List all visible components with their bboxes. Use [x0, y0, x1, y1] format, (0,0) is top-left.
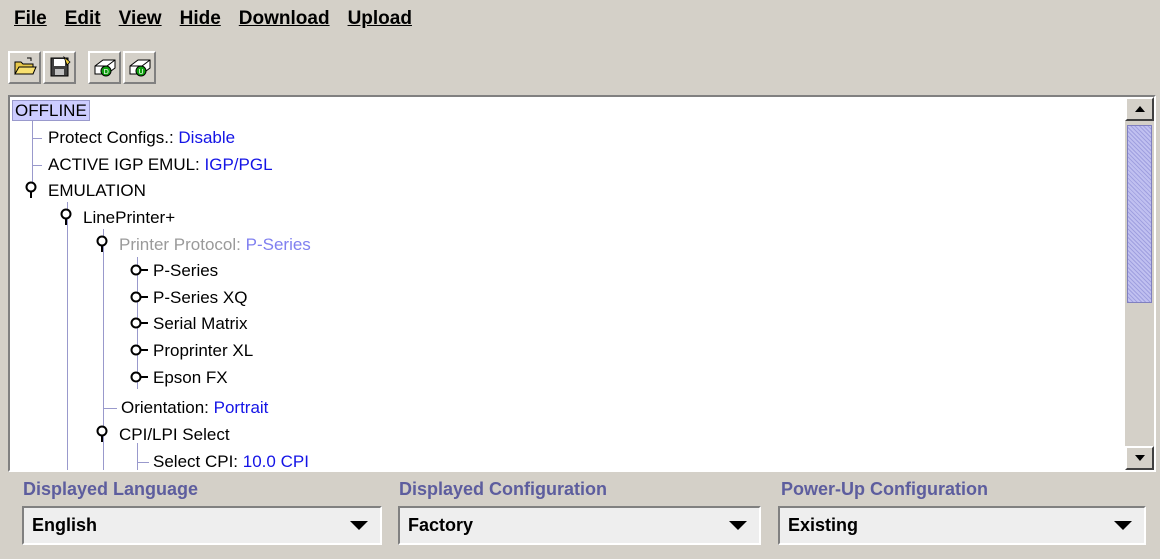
tree-root[interactable]: OFFLINE	[12, 98, 90, 124]
config-tree: OFFLINE Protect Configs.: Disable ACTIVE…	[10, 97, 1125, 470]
protocol-option-label: Serial Matrix	[153, 314, 248, 333]
menu-hide[interactable]: Hide	[180, 8, 221, 30]
tree-item-protocol-option[interactable]: P-Series XQ	[130, 285, 247, 311]
menu-view-label: View	[118, 8, 162, 29]
active-igp-emul-value: IGP/PGL	[204, 155, 273, 174]
protect-configs-label: Protect Configs.:	[48, 128, 179, 147]
tree-line	[103, 408, 117, 409]
save-button[interactable]	[43, 50, 76, 84]
orientation-label: Orientation:	[121, 398, 214, 417]
menu-bar: File Edit View Hide Download Upload	[0, 0, 1160, 38]
power-up-configuration-value: Existing	[788, 515, 859, 535]
menu-hide-label: Hide	[179, 8, 221, 29]
scroll-up-button[interactable]	[1125, 97, 1154, 121]
orientation-value: Portrait	[213, 398, 269, 417]
protocol-option-label: P-Series	[153, 261, 219, 280]
lineprinter-label: LinePrinter+	[83, 208, 176, 227]
vertical-scrollbar[interactable]	[1125, 97, 1154, 470]
emulation-label: EMULATION	[48, 181, 146, 200]
toolbar: D U	[8, 45, 158, 89]
collapsed-node-icon	[130, 371, 148, 383]
select-cpi-value: 10.0 CPI	[242, 452, 309, 471]
printer-protocol-label: Printer Protocol:	[119, 235, 246, 254]
tree-item-protocol-option[interactable]: Epson FX	[130, 365, 228, 391]
displayed-configuration-value: Factory	[408, 515, 474, 535]
open-folder-icon	[13, 57, 37, 75]
open-button[interactable]	[8, 50, 41, 84]
tree-item-lineprinter[interactable]: LinePrinter+	[59, 205, 175, 231]
save-disk-icon	[50, 56, 71, 77]
tree-item-cpi-lpi-select[interactable]: CPI/LPI Select	[95, 422, 230, 448]
menu-file[interactable]: File	[14, 8, 47, 30]
arrow-down-icon	[1134, 455, 1145, 461]
scroll-down-button[interactable]	[1125, 446, 1154, 470]
tree-item-orientation[interactable]: Orientation: Portrait	[121, 395, 268, 421]
displayed-configuration-label: Displayed Configuration	[399, 479, 608, 499]
config-tree-panel[interactable]: OFFLINE Protect Configs.: Disable ACTIVE…	[8, 95, 1156, 472]
menu-edit[interactable]: Edit	[65, 8, 101, 30]
collapsed-node-icon	[130, 264, 148, 276]
chevron-down-icon	[1114, 521, 1132, 530]
scrollbar-thumb[interactable]	[1127, 125, 1152, 303]
collapsed-node-icon	[130, 317, 148, 329]
menu-download-label: Download	[238, 8, 330, 29]
tree-item-emulation[interactable]: EMULATION	[24, 178, 146, 204]
protocol-option-label: P-Series XQ	[153, 288, 248, 307]
svg-text:U: U	[138, 68, 143, 76]
tree-item-protect-configs[interactable]: Protect Configs.: Disable	[48, 125, 235, 151]
chevron-down-icon	[729, 521, 747, 530]
collapsed-node-icon	[130, 291, 148, 303]
printer-protocol-value: P-Series	[245, 235, 311, 254]
tree-line	[67, 202, 68, 470]
protect-configs-value: Disable	[178, 128, 236, 147]
tree-line	[137, 462, 149, 463]
tree-item-printer-protocol[interactable]: Printer Protocol: P-Series	[95, 232, 311, 258]
tree-root-label: OFFLINE	[12, 100, 90, 121]
menu-edit-label: Edit	[64, 8, 101, 29]
expanded-node-icon	[25, 181, 37, 198]
displayed-language-dropdown[interactable]: English	[22, 506, 382, 545]
menu-download[interactable]: Download	[239, 8, 330, 30]
tree-item-active-igp-emul[interactable]: ACTIVE IGP EMUL: IGP/PGL	[48, 152, 273, 178]
tree-item-protocol-option[interactable]: Serial Matrix	[130, 311, 247, 337]
tree-item-protocol-option[interactable]: P-Series	[130, 258, 218, 284]
menu-file-label: File	[14, 8, 47, 29]
arrow-up-icon	[1134, 106, 1145, 112]
menu-upload[interactable]: Upload	[348, 8, 412, 30]
collapsed-node-icon	[130, 344, 148, 356]
menu-upload-label: Upload	[347, 8, 412, 29]
download-config-button[interactable]: D	[88, 50, 121, 84]
protocol-option-label: Proprinter XL	[153, 341, 254, 360]
expanded-node-icon	[96, 425, 108, 442]
expanded-node-icon	[96, 235, 108, 252]
download-config-icon: D	[94, 59, 115, 77]
chevron-down-icon	[350, 521, 368, 530]
cpi-lpi-select-label: CPI/LPI Select	[119, 425, 230, 444]
displayed-configuration-dropdown[interactable]: Factory	[398, 506, 761, 545]
tree-line	[32, 121, 33, 183]
svg-text:D: D	[103, 68, 108, 76]
tree-item-select-cpi[interactable]: Select CPI: 10.0 CPI	[153, 449, 309, 471]
upload-config-button[interactable]: U	[123, 50, 156, 84]
tree-line	[32, 138, 42, 139]
displayed-language-label: Displayed Language	[23, 479, 199, 499]
active-igp-emul-label: ACTIVE IGP EMUL:	[48, 155, 205, 174]
expanded-node-icon	[60, 208, 72, 225]
power-up-configuration-label: Power-Up Configuration	[781, 479, 988, 499]
menu-view[interactable]: View	[119, 8, 162, 30]
select-cpi-label: Select CPI:	[153, 452, 243, 471]
power-up-configuration-dropdown[interactable]: Existing	[778, 506, 1146, 545]
displayed-language-value: English	[32, 515, 98, 535]
upload-config-icon: U	[129, 59, 150, 77]
tree-line	[32, 165, 42, 166]
protocol-option-label: Epson FX	[153, 368, 228, 387]
tree-item-protocol-option[interactable]: Proprinter XL	[130, 338, 253, 364]
